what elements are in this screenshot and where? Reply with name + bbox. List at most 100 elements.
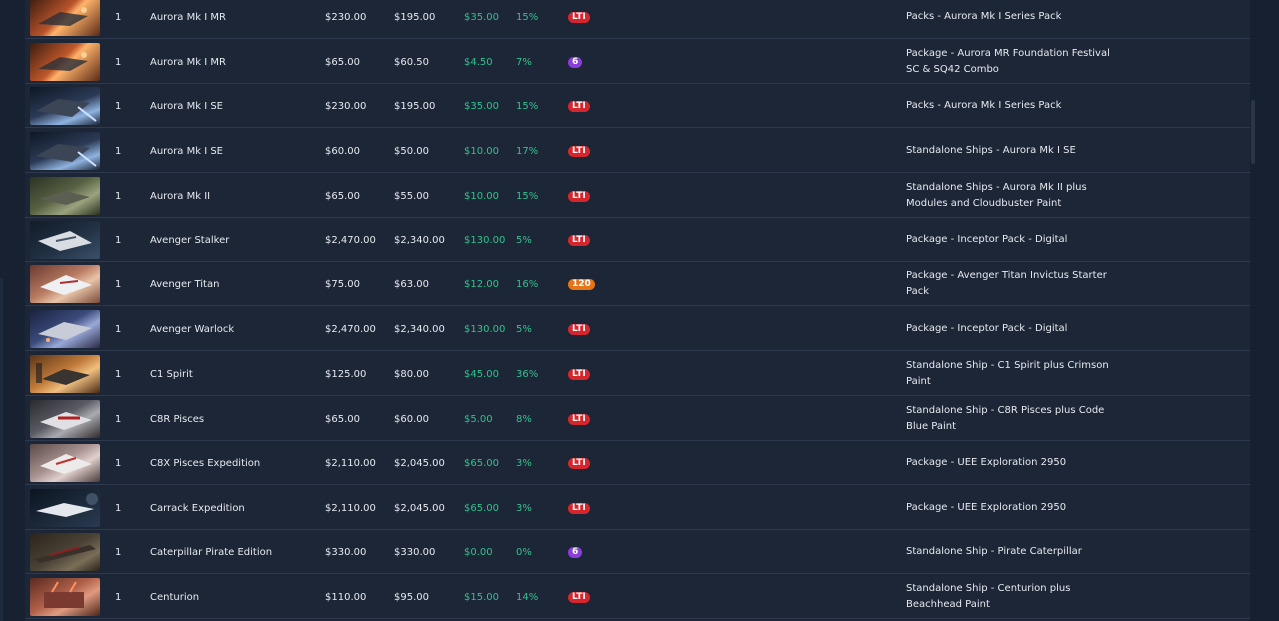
table-row[interactable]: 1 Aurora Mk I SE $230.00 $195.00 $35.00 …: [25, 84, 1250, 128]
original-price: $75.00: [325, 278, 360, 290]
package-name: Package - Avenger Titan Invictus Starter…: [906, 270, 1107, 297]
right-rail: [1250, 0, 1279, 621]
table-row[interactable]: 1 Carrack Expedition $2,110.00 $2,045.00…: [25, 486, 1250, 530]
savings-amount: $0.00: [464, 546, 493, 558]
insurance-badge: 120: [568, 278, 595, 290]
table-row[interactable]: 1 C8X Pisces Expedition $2,110.00 $2,045…: [25, 441, 1250, 485]
insurance-badge: LTI: [568, 190, 590, 202]
ship-name: Aurora Mk I SE: [150, 145, 223, 157]
original-price: $2,470.00: [325, 323, 376, 335]
ship-thumbnail[interactable]: [30, 489, 100, 527]
pledge-list-page: 1 Aurora Mk I MR $230.00 $195.00 $35.00 …: [0, 0, 1279, 621]
table-row[interactable]: 1 Aurora Mk I MR $230.00 $195.00 $35.00 …: [25, 0, 1250, 39]
paid-price: $63.00: [394, 278, 429, 290]
savings-percent: 15%: [516, 100, 539, 112]
insurance-badge: 6: [568, 546, 583, 558]
quantity: 1: [115, 323, 122, 335]
table-row[interactable]: 1 C8R Pisces $65.00 $60.00 $5.00 8% LTI …: [25, 397, 1250, 441]
insurance-badge: LTI: [568, 457, 590, 469]
savings-percent: 15%: [516, 190, 539, 202]
original-price: $230.00: [325, 100, 367, 112]
ship-thumbnail[interactable]: [30, 355, 100, 393]
insurance-badge: LTI: [568, 413, 590, 425]
ship-name: Aurora Mk I SE: [150, 100, 223, 112]
ship-thumbnail[interactable]: [30, 444, 100, 482]
ship-thumbnail[interactable]: [30, 221, 100, 259]
ship-thumbnail[interactable]: [30, 43, 100, 81]
savings-percent: 17%: [516, 145, 539, 157]
quantity: 1: [115, 278, 122, 290]
quantity: 1: [115, 190, 122, 202]
left-rail-marker: [0, 278, 3, 621]
ship-name: Centurion: [150, 591, 200, 603]
ship-thumbnail[interactable]: [30, 0, 100, 36]
paid-price: $95.00: [394, 591, 429, 603]
original-price: $65.00: [325, 413, 360, 425]
paid-price: $330.00: [394, 546, 436, 558]
ship-thumbnail[interactable]: [30, 310, 100, 348]
savings-amount: $45.00: [464, 368, 499, 380]
quantity: 1: [115, 145, 122, 157]
package-name: Packs - Aurora Mk I Series Pack: [906, 11, 1062, 22]
savings-amount: $35.00: [464, 100, 499, 112]
table-row[interactable]: 1 Avenger Titan $75.00 $63.00 $12.00 16%…: [25, 262, 1250, 306]
ship-name: Carrack Expedition: [150, 502, 245, 514]
original-price: $230.00: [325, 11, 367, 23]
ship-thumbnail[interactable]: [30, 400, 100, 438]
original-price: $2,110.00: [325, 457, 376, 469]
savings-amount: $15.00: [464, 591, 499, 603]
savings-amount: $5.00: [464, 413, 493, 425]
savings-amount: $65.00: [464, 502, 499, 514]
table-row[interactable]: 1 Avenger Stalker $2,470.00 $2,340.00 $1…: [25, 218, 1250, 262]
table-row[interactable]: 1 Aurora Mk I MR $65.00 $60.50 $4.50 7% …: [25, 40, 1250, 84]
ship-thumbnail[interactable]: [30, 177, 100, 215]
ship-name: Aurora Mk I MR: [150, 11, 226, 23]
ship-thumbnail[interactable]: [30, 265, 100, 303]
package-name: Standalone Ship - C1 Spirit plus Crimson…: [906, 360, 1109, 387]
paid-price: $2,340.00: [394, 234, 445, 246]
paid-price: $195.00: [394, 11, 436, 23]
package-name: Package - UEE Exploration 2950: [906, 502, 1067, 513]
quantity: 1: [115, 457, 122, 469]
quantity: 1: [115, 546, 122, 558]
ship-table: 1 Aurora Mk I MR $230.00 $195.00 $35.00 …: [25, 0, 1250, 621]
ship-name: Caterpillar Pirate Edition: [150, 546, 273, 558]
paid-price: $50.00: [394, 145, 429, 157]
insurance-badge: LTI: [568, 11, 590, 23]
table-row[interactable]: 1 C1 Spirit $125.00 $80.00 $45.00 36% LT…: [25, 352, 1250, 396]
savings-percent: 36%: [516, 368, 539, 380]
table-row[interactable]: 1 Caterpillar Pirate Edition $330.00 $33…: [25, 530, 1250, 574]
package-name: Package - UEE Exploration 2950: [906, 457, 1067, 468]
package-name: Packs - Aurora Mk I Series Pack: [906, 100, 1062, 111]
ship-thumbnail[interactable]: [30, 533, 100, 571]
savings-amount: $10.00: [464, 190, 499, 202]
table-row[interactable]: 1 Centurion $110.00 $95.00 $15.00 14% LT…: [25, 575, 1250, 619]
table-row[interactable]: 1 Avenger Warlock $2,470.00 $2,340.00 $1…: [25, 307, 1250, 351]
ship-name: C1 Spirit: [150, 368, 193, 380]
paid-price: $2,045.00: [394, 502, 445, 514]
ship-name: Aurora Mk II: [150, 190, 211, 202]
original-price: $2,470.00: [325, 234, 376, 246]
ship-name: Avenger Titan: [150, 278, 220, 290]
savings-percent: 0%: [516, 546, 532, 558]
savings-percent: 3%: [516, 502, 532, 514]
package-name: Standalone Ships - Aurora Mk II plus Mod…: [906, 182, 1087, 209]
savings-percent: 16%: [516, 278, 539, 290]
insurance-badge: LTI: [568, 234, 590, 246]
table-row[interactable]: 1 Aurora Mk I SE $60.00 $50.00 $10.00 17…: [25, 129, 1250, 173]
package-name: Package - Aurora MR Foundation Festival …: [906, 48, 1110, 75]
table-row[interactable]: 1 Aurora Mk II $65.00 $55.00 $10.00 15% …: [25, 174, 1250, 218]
paid-price: $2,045.00: [394, 457, 445, 469]
insurance-badge: LTI: [568, 100, 590, 112]
ship-thumbnail[interactable]: [30, 578, 100, 616]
ship-thumbnail[interactable]: [30, 87, 100, 125]
package-name: Standalone Ship - C8R Pisces plus Code B…: [906, 405, 1105, 432]
quantity: 1: [115, 591, 122, 603]
ship-name: Avenger Stalker: [150, 234, 230, 246]
package-name: Standalone Ships - Aurora Mk I SE: [906, 145, 1076, 156]
ship-thumbnail[interactable]: [30, 132, 100, 170]
original-price: $60.00: [325, 145, 360, 157]
original-price: $65.00: [325, 56, 360, 68]
scrollbar[interactable]: [1251, 100, 1255, 164]
quantity: 1: [115, 11, 122, 23]
